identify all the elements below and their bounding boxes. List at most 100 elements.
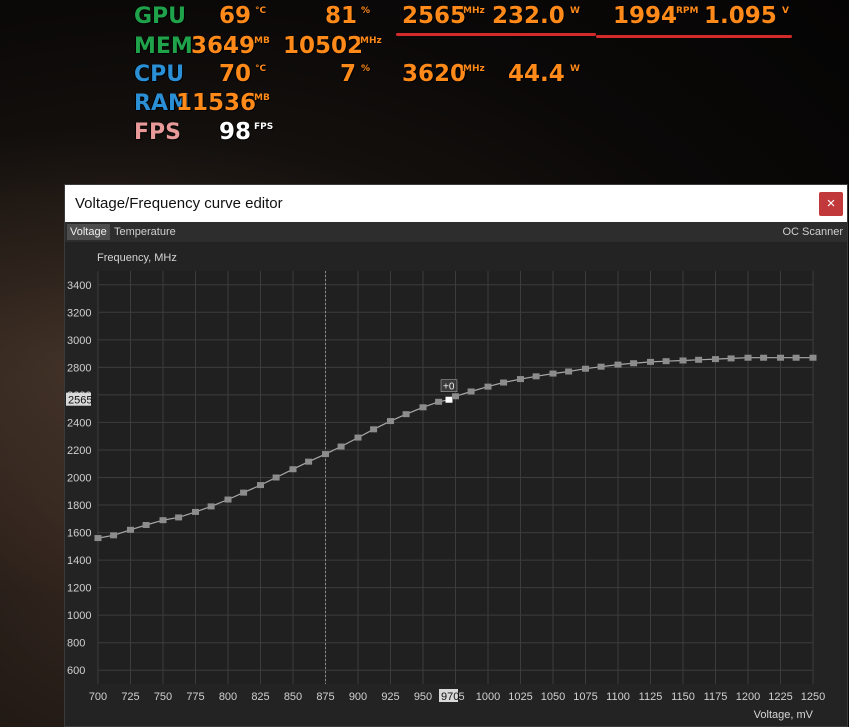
x-tick-label: 1075	[573, 691, 597, 703]
y-tick-label: 2000	[67, 473, 91, 485]
curve-point	[467, 388, 475, 395]
osd-gpu-voltage: 1.095	[704, 3, 777, 29]
x-tick-label: 800	[219, 691, 237, 703]
osd-gpu-fan: 1994	[613, 3, 678, 29]
close-button[interactable]: ×	[819, 192, 843, 216]
x-tick-label: 950	[414, 691, 432, 703]
y-tick-label: 2400	[67, 417, 91, 429]
x-tick-label: 1000	[476, 691, 500, 703]
curve-point	[792, 354, 800, 361]
curve-point	[370, 426, 378, 433]
x-tick-label: 700	[89, 691, 107, 703]
osd-unit: RPM	[676, 6, 699, 16]
y-tick-label: 600	[67, 665, 85, 677]
curve-point	[662, 358, 670, 365]
curve-point	[289, 466, 297, 473]
osd-label-mem: MEM	[134, 34, 193, 59]
curve-point	[614, 361, 622, 368]
osd-unit: MB	[254, 93, 270, 103]
y-tick-labels: 3400320030002800260024002200200018001600…	[67, 280, 91, 677]
x-tick-label: 775	[186, 691, 204, 703]
osd-unit: MHz	[360, 36, 382, 46]
x-tick-label: 1025	[508, 691, 532, 703]
selected-curve-point	[445, 396, 453, 403]
osd-unit: °C	[255, 6, 267, 16]
x-tick-label: 1050	[541, 691, 565, 703]
curve-point	[597, 363, 605, 370]
x-tick-label: 750	[154, 691, 172, 703]
y-tick-label: 3000	[67, 335, 91, 347]
osd-ram-used: 11536	[176, 90, 257, 116]
osd-unit: %	[361, 6, 371, 16]
osd-overlay: GPU 69 °C 81 % 2565 MHz 232.0 W 1994 RPM…	[0, 0, 849, 185]
curve-point	[419, 404, 427, 411]
y-tick-label: 2200	[67, 445, 91, 457]
curve-point	[484, 383, 492, 390]
curve-point	[712, 356, 719, 363]
osd-unit: W	[570, 64, 580, 74]
curve-point	[630, 360, 638, 367]
highlight-underline	[596, 35, 792, 38]
curve-point	[695, 356, 703, 363]
osd-fps-value: 98	[219, 119, 252, 145]
curve-point	[517, 376, 524, 383]
osd-label-cpu: CPU	[134, 62, 185, 87]
curve-point	[565, 368, 573, 375]
title-bar[interactable]: Voltage/Frequency curve editor ×	[65, 185, 847, 222]
curve-point	[305, 458, 313, 465]
oc-scanner-button[interactable]: OC Scanner	[782, 224, 843, 240]
osd-unit: MB	[254, 36, 270, 46]
highlight-underline	[396, 33, 596, 36]
osd-gpu-load: 81	[325, 3, 358, 29]
curve-point	[679, 357, 687, 364]
curve-point	[777, 354, 784, 361]
curve-point	[207, 503, 215, 510]
y-tick-label: 2800	[67, 362, 91, 374]
curve-point	[159, 517, 167, 524]
curve-point	[257, 482, 264, 489]
osd-cpu-load: 7	[340, 61, 357, 87]
osd-unit: V	[782, 6, 789, 16]
osd-label-gpu: GPU	[134, 4, 187, 29]
y-tick-label: 1800	[67, 500, 91, 512]
x-tick-label: 1175	[704, 691, 728, 703]
curve-point	[647, 358, 654, 365]
curve-point	[127, 526, 134, 533]
offset-flag: +0	[440, 379, 458, 393]
point-offset-label: +0	[443, 382, 455, 393]
y-tick-label: 1600	[67, 528, 91, 540]
tab-voltage[interactable]: Voltage	[67, 224, 110, 240]
curve-point	[240, 489, 248, 496]
curve-point	[809, 354, 817, 361]
curve-point	[760, 354, 768, 361]
osd-unit: MHz	[463, 6, 485, 16]
osd-gpu-clock: 2565	[402, 3, 467, 29]
curve-point	[452, 393, 459, 400]
curve-point	[142, 521, 150, 528]
curve-editor-window: Voltage/Frequency curve editor × Voltage…	[64, 184, 848, 727]
osd-unit: FPS	[254, 122, 274, 132]
curve-point	[272, 474, 280, 481]
curve-point	[322, 451, 329, 458]
current-frequency-flag: 2565	[66, 392, 92, 407]
curve-point	[175, 514, 183, 521]
osd-label-fps: FPS	[134, 120, 181, 145]
curve-point	[337, 443, 345, 450]
x-tick-label: 1200	[736, 691, 760, 703]
vf-curve-chart[interactable]: 3400320030002800260024002200200018001600…	[65, 242, 847, 726]
y-tick-label: 1000	[67, 610, 91, 622]
y-tick-label: 3200	[67, 307, 91, 319]
y-tick-label: 3400	[67, 280, 91, 292]
osd-unit: %	[361, 64, 371, 74]
y-tick-label: 1400	[67, 555, 91, 567]
current-frequency-label: 2565	[68, 395, 92, 407]
y-tick-label: 1200	[67, 583, 91, 595]
tab-temperature[interactable]: Temperature	[111, 224, 179, 240]
curve-point	[192, 508, 199, 515]
x-tick-label: 1150	[671, 691, 695, 703]
osd-cpu-power: 44.4	[508, 61, 565, 87]
x-axis-title: Voltage, mV	[754, 709, 814, 721]
curve-point	[94, 535, 102, 542]
osd-mem-used: 3649	[191, 33, 256, 59]
x-tick-label: 725	[121, 691, 139, 703]
